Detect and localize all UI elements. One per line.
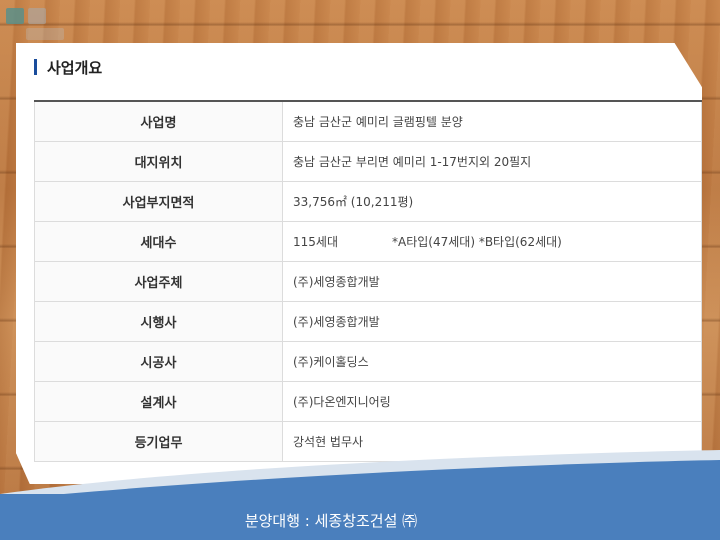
row-value: 115세대 *A타입(47세대) *B타입(62세대) — [282, 220, 702, 262]
table-row: 대지위치 충남 금산군 부리면 예미리 1-17번지외 20필지 — [34, 140, 702, 182]
table-row: 시행사 (주)세영종합개발 — [34, 300, 702, 342]
row-value: 충남 금산군 예미리 글램핑텔 분양 — [282, 100, 702, 142]
row-label: 세대수 — [34, 220, 283, 262]
overview-table: 사업명 충남 금산군 예미리 글램핑텔 분양 대지위치 충남 금산군 부리면 예… — [34, 100, 702, 462]
row-label: 대지위치 — [34, 140, 283, 182]
row-label: 시공사 — [34, 340, 283, 382]
table-row: 세대수 115세대 *A타입(47세대) *B타입(62세대) — [34, 220, 702, 262]
unit-count: 115세대 — [293, 234, 338, 249]
table-row: 설계사 (주)다온엔지니어링 — [34, 380, 702, 422]
row-value: (주)다온엔지니어링 — [282, 380, 702, 422]
table-row: 사업주체 (주)세영종합개발 — [34, 260, 702, 302]
heading-accent-bar — [34, 59, 37, 75]
table-row: 시공사 (주)케이홀딩스 — [34, 340, 702, 382]
decor-square-teal — [6, 8, 24, 24]
row-value: 33,756㎡ (10,211평) — [282, 180, 702, 222]
row-value: 충남 금산군 부리면 예미리 1-17번지외 20필지 — [282, 140, 702, 182]
table-row: 사업부지면적 33,756㎡ (10,211평) — [34, 180, 702, 222]
row-label: 시행사 — [34, 300, 283, 342]
info-panel: 사업개요 사업명 충남 금산군 예미리 글램핑텔 분양 대지위치 충남 금산군 … — [16, 43, 702, 484]
row-value: (주)케이홀딩스 — [282, 340, 702, 382]
decor-strip — [26, 28, 64, 40]
unit-type-breakdown: *A타입(47세대) *B타입(62세대) — [392, 234, 562, 249]
decor-square-gray — [28, 8, 46, 24]
row-value: (주)세영종합개발 — [282, 260, 702, 302]
row-value: (주)세영종합개발 — [282, 300, 702, 342]
section-title: 사업개요 — [47, 58, 103, 77]
footer-agency-text: 분양대행 : 세종창조건설 ㈜ — [244, 512, 418, 530]
footer-band: 분양대행 : 세종창조건설 ㈜ — [0, 494, 720, 540]
row-label: 사업주체 — [34, 260, 283, 302]
row-label: 사업부지면적 — [34, 180, 283, 222]
section-heading: 사업개요 — [34, 58, 103, 77]
row-label: 설계사 — [34, 380, 283, 422]
row-label: 사업명 — [34, 100, 283, 142]
table-row: 사업명 충남 금산군 예미리 글램핑텔 분양 — [34, 100, 702, 142]
